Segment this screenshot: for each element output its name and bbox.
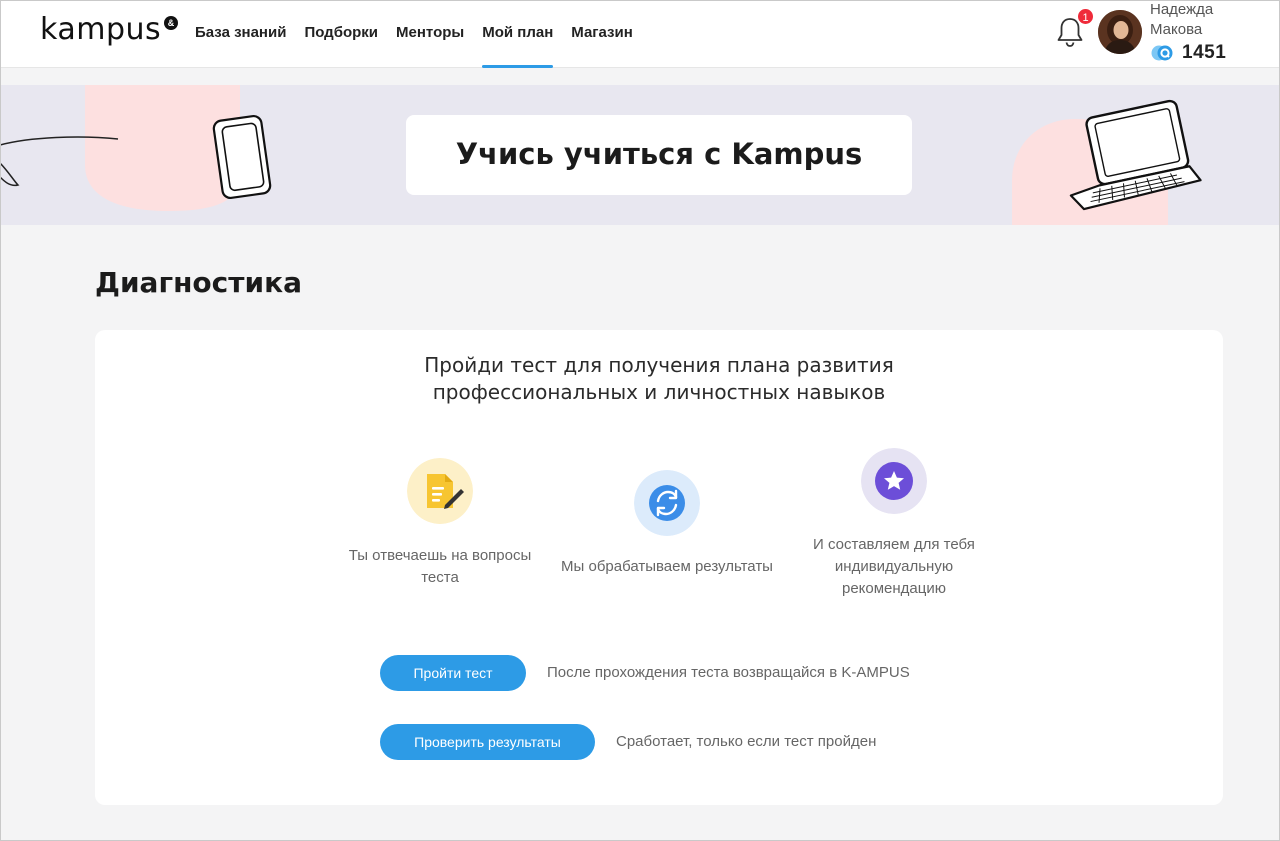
main-nav: База знаний Подборки Менторы Мой план Ма… [195, 0, 651, 68]
refresh-icon [634, 470, 700, 536]
coin-icon [1151, 45, 1173, 61]
avatar[interactable] [1098, 10, 1142, 54]
nav-item-mentors[interactable]: Менторы [396, 0, 464, 68]
card-heading-line-1: Пройди тест для получения плана развития [424, 353, 894, 377]
check-results-button[interactable]: Проверить результаты [380, 724, 595, 760]
nav-item-my-plan[interactable]: Мой план [482, 0, 554, 68]
step-1-label: Ты отвечаешь на вопросы теста [325, 545, 555, 589]
step-3-line-1: И составляем для тебя [813, 536, 975, 553]
step-3-label: И составляем для тебя индивидуальную рек… [785, 534, 1003, 600]
top-header: kampus & База знаний Подборки Менторы Мо… [0, 0, 1280, 68]
step-2-line-1: Мы обрабатываем результаты [561, 558, 773, 575]
user-last-name: Макова [1150, 21, 1203, 38]
document-pen-icon [407, 458, 473, 524]
take-test-button[interactable]: Пройти тест [380, 655, 526, 691]
step-3-line-2: индивидуальную [834, 558, 954, 575]
check-results-hint: Сработает, только если тест пройден [616, 733, 877, 750]
step-1-line-1: Ты отвечаешь на вопросы [348, 547, 532, 564]
kampus-logo[interactable]: kampus [40, 12, 161, 47]
banner-title: Учись учиться с Kampus [455, 137, 863, 171]
nav-item-knowledge-base[interactable]: База знаний [195, 0, 286, 68]
points-balance: 1451 [1150, 42, 1226, 64]
take-test-hint: После прохождения теста возвращайся в K-… [547, 664, 910, 681]
step-1-line-2: теста [421, 569, 459, 586]
banner-card: Учись учиться с Kampus [406, 115, 912, 195]
step-2-label: Мы обрабатываем результаты [547, 556, 787, 578]
diagnostics-card: Пройди тест для получения плана развития… [95, 330, 1223, 805]
logo-badge: & [164, 16, 178, 30]
user-first-name: Надежда [1150, 1, 1214, 18]
page-title: Диагностика [95, 266, 303, 299]
nav-item-collections[interactable]: Подборки [304, 0, 378, 68]
nav-item-shop[interactable]: Магазин [571, 0, 633, 68]
step-3-line-3: рекомендацию [841, 580, 946, 597]
card-heading: Пройди тест для получения плана развития… [95, 352, 1223, 406]
notification-badge: 1 [1076, 7, 1095, 26]
user-name: Надежда Макова [1150, 0, 1240, 40]
star-icon [861, 448, 927, 514]
card-heading-line-2: профессиональных и личностных навыков [432, 380, 886, 404]
promo-banner: Учись учиться с Kampus [0, 85, 1280, 225]
points-value: 1451 [1182, 42, 1227, 63]
